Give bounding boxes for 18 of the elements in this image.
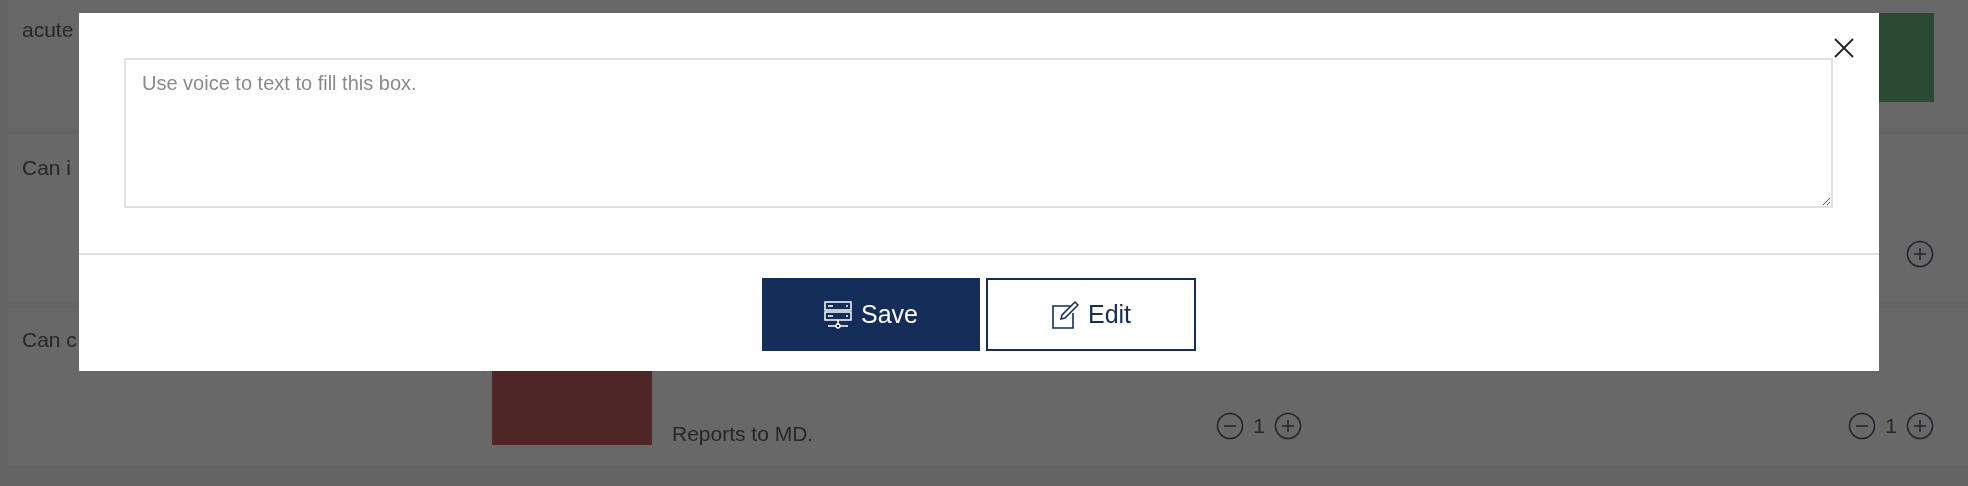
plus-icon[interactable] — [1906, 412, 1934, 440]
close-icon — [1833, 37, 1855, 59]
minus-icon[interactable] — [1848, 412, 1877, 440]
minus-icon[interactable] — [1216, 412, 1245, 440]
save-button[interactable]: Save — [762, 278, 980, 351]
server-icon — [824, 300, 852, 329]
edit-button[interactable]: Edit — [986, 278, 1196, 351]
row-text: Can c — [22, 327, 78, 353]
row-text: acute — [22, 17, 75, 43]
plus-icon[interactable] — [1274, 412, 1302, 440]
count-value: 1 — [1253, 414, 1265, 438]
row-text: Reports to MD. — [672, 421, 815, 447]
row-text: Can i — [22, 155, 73, 181]
close-button[interactable] — [1833, 37, 1855, 59]
count-value: 1 — [1885, 414, 1897, 438]
text-area[interactable]: Use voice to text to fill this box. — [124, 58, 1833, 208]
plus-icon[interactable] — [1906, 240, 1934, 268]
edit-icon — [1050, 300, 1079, 329]
